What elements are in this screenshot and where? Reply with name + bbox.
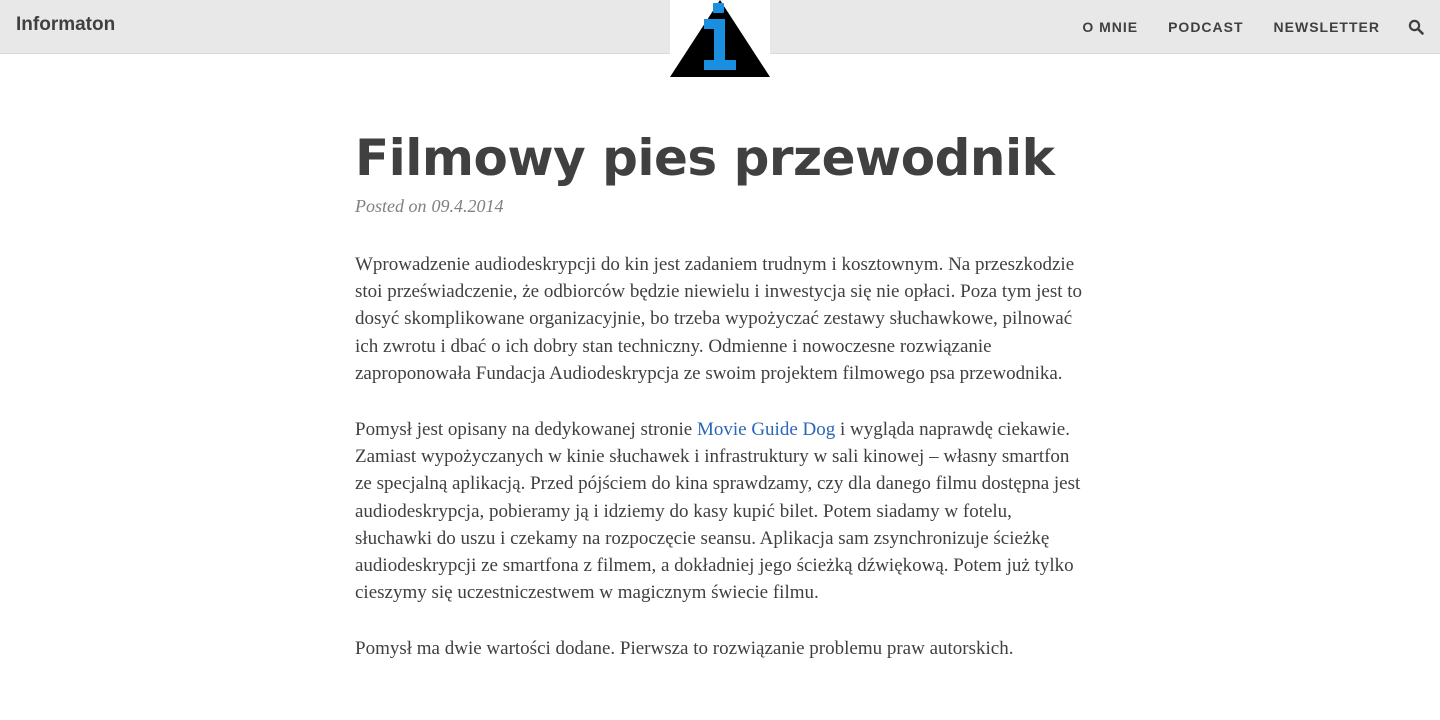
nav-item-o-mnie[interactable]: O MNIE (1082, 19, 1138, 35)
post-meta: Posted on 09.4.2014 (355, 196, 1090, 217)
paragraph-text: Pomysł jest opisany na dedykowanej stron… (355, 419, 697, 441)
nav-item-newsletter[interactable]: NEWSLETTER (1274, 19, 1380, 35)
post-date: 09.4.2014 (431, 196, 504, 216)
movie-guide-dog-link[interactable]: Movie Guide Dog (697, 419, 835, 440)
posted-on-label: Posted on (355, 196, 427, 216)
paragraph-text: i wygląda naprawdę ciekawie. Zamiast wyp… (355, 419, 1081, 604)
post-paragraph: Pomysł ma dwie wartości dodane. Pierwsza… (355, 638, 1014, 660)
post-paragraph: Wprowadzenie audiodeskrypcji do kin jest… (355, 254, 1083, 384)
nav-item-podcast[interactable]: PODCAST (1168, 19, 1243, 35)
main-nav: O MNIE PODCAST NEWSLETTER (1082, 0, 1440, 54)
site-logo[interactable] (670, 0, 770, 77)
search-icon[interactable] (1408, 19, 1424, 35)
post-content: Filmowy pies przewodnik Posted on 09.4.20… (355, 128, 1090, 663)
info-triangle-logo-icon (670, 0, 770, 77)
post-paragraph: Pomysł jest opisany na dedykowanej stron… (355, 416, 1090, 606)
post-title: Filmowy pies przewodnik (355, 129, 1055, 187)
site-brand-link[interactable]: Informaton (16, 14, 115, 36)
